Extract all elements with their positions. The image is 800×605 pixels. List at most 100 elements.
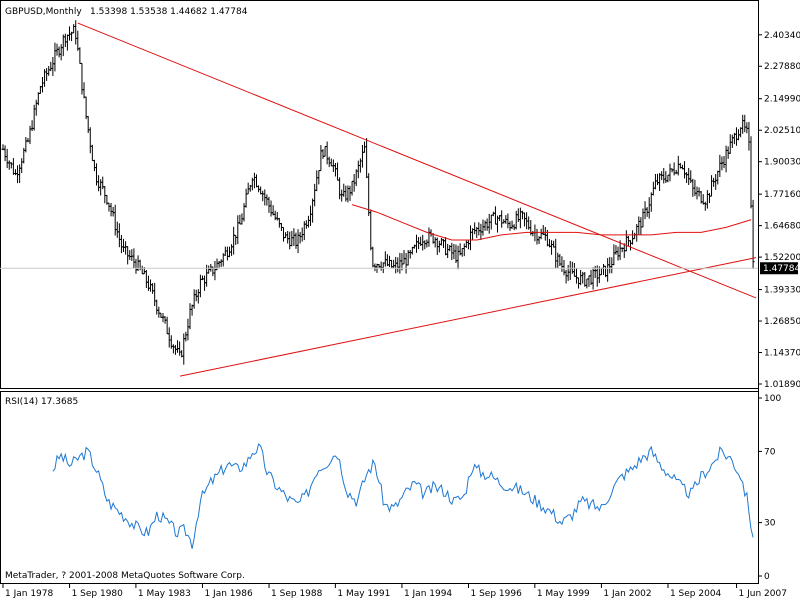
ohlc-bar — [385, 254, 389, 267]
ohlc-bar — [184, 331, 188, 342]
ohlc-bar — [541, 224, 545, 236]
ohlc-bar — [348, 185, 352, 201]
ohlc-bar — [365, 138, 369, 179]
ohlc-bar — [624, 230, 628, 252]
ohlc-bar — [491, 211, 495, 217]
ohlc-bar — [560, 256, 564, 272]
ohlc-bar — [539, 228, 543, 240]
ohlc-bar — [265, 194, 269, 206]
ohlc-bar — [396, 257, 400, 273]
trendline[interactable] — [179, 257, 757, 377]
price-tick-label: 1.64680 — [764, 222, 800, 232]
ohlc-bar — [452, 243, 456, 260]
moving-average-line — [351, 204, 752, 241]
ohlc-bar — [377, 264, 381, 269]
ohlc-bar — [512, 224, 516, 231]
ohlc-bar — [734, 127, 738, 146]
ohlc-bar — [707, 192, 711, 204]
ohlc-bar — [132, 248, 136, 269]
ohlc-bar — [84, 96, 88, 120]
ohlc-bar — [78, 47, 82, 64]
ohlc-bar — [392, 259, 396, 269]
price-tick-label: 1.90030 — [764, 158, 800, 168]
ohlc-bar — [518, 207, 522, 229]
ohlc-bar — [356, 160, 360, 179]
ohlc-bar — [687, 167, 691, 186]
ohlc-bar — [97, 175, 101, 192]
ohlc-bar — [464, 239, 468, 248]
price-tick-label: 1.77160 — [764, 190, 800, 200]
ohlc-bar — [741, 114, 745, 134]
ohlc-bar — [51, 57, 55, 76]
ohlc-bar — [213, 261, 217, 281]
ohlc-bar — [633, 232, 637, 240]
ohlc-bar — [238, 214, 242, 225]
rsi-axis: 100 70 30 0 — [758, 394, 781, 582]
ohlc-bar — [252, 172, 256, 189]
ohlc-bar — [728, 134, 732, 154]
ohlc-bar — [599, 267, 603, 276]
ohlc-bar — [92, 159, 96, 172]
ohlc-bar — [508, 221, 512, 231]
price-tick-label: 1.26850 — [764, 317, 800, 327]
ohlc-bar — [562, 259, 566, 276]
ohlc-bar — [113, 204, 117, 236]
price-bars — [1, 20, 755, 365]
ohlc-bar — [587, 275, 591, 287]
ohlc-bar — [379, 261, 383, 271]
ohlc-bar — [49, 61, 53, 72]
price-panel-frame — [0, 0, 759, 389]
ohlc-bar — [130, 249, 134, 261]
ohlc-bar — [34, 99, 38, 116]
ohlc-bar — [53, 42, 57, 72]
trendline[interactable] — [77, 22, 757, 299]
ohlc-bar — [414, 234, 418, 253]
ohlc-bar — [242, 203, 246, 222]
ohlc-bar — [564, 269, 568, 284]
ohlc-bar — [126, 246, 130, 265]
time-tick-label: 1 May 1991 — [337, 589, 390, 599]
ohlc-bar — [720, 156, 724, 171]
price-tick-label: 1.39330 — [764, 286, 800, 296]
ohlc-bar — [745, 122, 749, 134]
ohlc-bar — [186, 318, 190, 341]
ohlc-bar — [128, 250, 132, 260]
ohlc-bar — [662, 168, 666, 184]
ohlc-bar — [730, 134, 734, 148]
ohlc-bar — [342, 183, 346, 197]
ohlc-bar — [631, 230, 635, 245]
time-axis: 1 Jan 1978 1 Sep 1980 1 May 1983 1 Jan 1986… — [2, 584, 787, 599]
last-price-label: 1.47784 — [763, 264, 800, 274]
ohlc-bar — [298, 231, 302, 244]
chart-canvas[interactable]: GBPUSD,Monthly 1.53398 1.53538 1.44682 1… — [0, 0, 800, 600]
ohlc-bar — [608, 257, 612, 274]
price-tick-label: 2.14990 — [764, 95, 800, 105]
chart-window[interactable]: GBPUSD,Monthly 1.53398 1.53538 1.44682 1… — [0, 0, 800, 600]
ohlc-bar — [647, 197, 651, 219]
rsi-tick-label: 70 — [764, 447, 776, 457]
ohlc-bar — [446, 243, 450, 259]
ohlc-bar — [703, 201, 707, 211]
ohlc-bar — [371, 246, 375, 268]
ohlc-bar — [485, 218, 489, 231]
ohlc-bar — [514, 210, 518, 230]
ohlc-bar — [90, 144, 94, 162]
ohlc-bar — [311, 198, 315, 223]
rsi-tick-label: 100 — [764, 394, 781, 404]
ohlc-bar — [658, 173, 662, 191]
ohlc-bar — [282, 226, 286, 242]
time-tick-label: 1 Sep 1988 — [271, 589, 323, 599]
ohlc-bar — [649, 192, 653, 212]
ohlc-bar — [107, 202, 111, 212]
ohlc-bar — [554, 238, 558, 269]
ohlc-bar — [439, 237, 443, 246]
ohlc-bar — [572, 263, 576, 277]
ohlc-bar — [610, 257, 614, 274]
ohlc-bar — [369, 209, 373, 251]
ohlc-bar — [614, 245, 618, 255]
ohlc-bar — [182, 333, 186, 365]
ohlc-bar — [471, 228, 475, 240]
ohlc-bar — [149, 279, 153, 292]
ohlc-bar — [271, 205, 275, 216]
ohlc-bar — [306, 215, 310, 228]
